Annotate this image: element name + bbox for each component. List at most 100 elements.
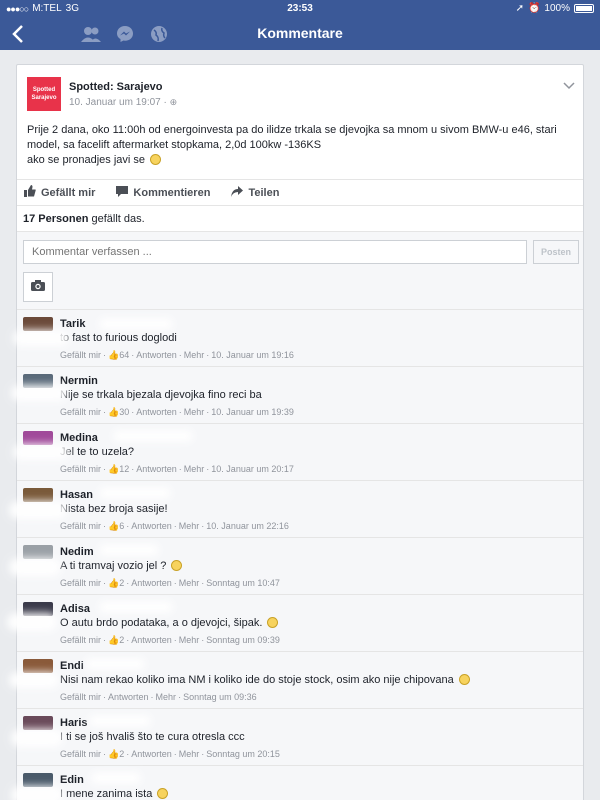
comment-meta: Gefällt mir · 👍2 · Antworten · Mehr · Sonntag um… <box>60 578 280 588</box>
post-date[interactable]: 10. Januar um 19:07 · ⊕ <box>69 97 177 108</box>
commenter-avatar[interactable] <box>23 716 53 730</box>
page-name-link[interactable]: Spotted: Sarajevo <box>69 81 177 93</box>
signal-dots-icon: ●●●○○ <box>6 3 29 14</box>
comment-like-count[interactable]: 2 <box>119 578 124 588</box>
comment-text-wrap: A ti tramvaj vozio jel ? <box>60 560 183 572</box>
comment-like-link[interactable]: Gefällt mir <box>60 350 101 360</box>
redaction-mark <box>11 385 67 401</box>
camera-button[interactable] <box>23 272 53 302</box>
comment-like-link[interactable]: Gefällt mir <box>60 464 101 474</box>
page-avatar[interactable]: Spotted Sarajevo <box>27 77 61 111</box>
commenter-avatar[interactable] <box>23 659 53 673</box>
comment-like-count[interactable]: 12 <box>119 464 129 474</box>
smiley-icon <box>267 617 279 628</box>
comment-reply-link[interactable]: Antworten <box>131 749 172 759</box>
post-text: Prije 2 dana, oko 11:00h od energoinvest… <box>17 117 583 181</box>
nav-bar: Kommentare <box>0 17 600 50</box>
commenter-avatar[interactable] <box>23 545 53 559</box>
comment-reply-link[interactable]: Antworten <box>136 407 177 417</box>
likes-summary[interactable]: 17 Personen gefällt das. <box>17 205 583 231</box>
comment-reply-link[interactable]: Antworten <box>131 578 172 588</box>
messenger-icon[interactable] <box>108 17 142 50</box>
comment-time[interactable]: Sonntag um 10:47 <box>206 578 280 588</box>
commenter-name[interactable]: Medina <box>60 432 98 444</box>
comment-time[interactable]: 10. Januar um 20:17 <box>211 464 294 474</box>
comment-more-link[interactable]: Mehr <box>179 578 200 588</box>
like-button[interactable]: Gefällt mir <box>23 185 95 200</box>
like-count-icon: 👍 <box>108 464 120 474</box>
comment-like-link[interactable]: Gefällt mir <box>60 521 101 531</box>
post-button[interactable]: Posten <box>533 240 579 264</box>
commenter-avatar[interactable] <box>23 317 53 331</box>
comment-item: Edin I mene zanima ista <box>11 765 583 800</box>
commenter-name[interactable]: Tarik <box>60 318 85 330</box>
commenter-name[interactable]: Haris <box>60 717 88 729</box>
commenter-name[interactable]: Adisa <box>60 603 90 615</box>
comment-more-link[interactable]: Mehr <box>179 749 200 759</box>
comment-like-count[interactable]: 30 <box>119 407 129 417</box>
comment-reply-link[interactable]: Antworten <box>136 464 177 474</box>
comment-more-link[interactable]: Mehr <box>184 464 205 474</box>
commenter-name[interactable]: Endi <box>60 660 84 672</box>
share-button[interactable]: Teilen <box>230 185 279 200</box>
comment-reply-link[interactable]: Antworten <box>131 635 172 645</box>
redaction-mark <box>7 613 57 631</box>
commenter-avatar[interactable] <box>23 773 53 787</box>
redaction-mark <box>91 772 141 784</box>
comment-item: Tarik to fast to furious doglodi Gefällt… <box>13 309 583 366</box>
comment-reply-link[interactable]: Antworten <box>136 350 177 360</box>
comment-more-link[interactable]: Mehr <box>156 692 177 702</box>
commenter-avatar[interactable] <box>23 488 53 502</box>
comment-time[interactable]: Sonntag um 09:39 <box>206 635 280 645</box>
comment-time[interactable]: 10. Januar um 22:16 <box>206 521 289 531</box>
redaction-mark <box>13 444 69 460</box>
globe-icon[interactable] <box>142 17 176 50</box>
commenter-name[interactable]: Hasan <box>60 489 93 501</box>
comment-more-link[interactable]: Mehr <box>179 521 200 531</box>
like-count-icon: 👍 <box>108 749 120 759</box>
comment-like-count[interactable]: 2 <box>119 749 124 759</box>
redaction-mark <box>99 487 171 499</box>
comment-like-link[interactable]: Gefällt mir <box>60 635 101 645</box>
comment-like-link[interactable]: Gefällt mir <box>60 692 101 702</box>
post-text-line-2: model, sa facelift aftermarket stopkama,… <box>27 139 322 151</box>
commenter-name[interactable]: Edin <box>60 774 84 786</box>
comment-like-count[interactable]: 64 <box>119 350 129 360</box>
comment-more-link[interactable]: Mehr <box>184 350 205 360</box>
share-arrow-icon <box>230 185 244 200</box>
comment-button[interactable]: Kommentieren <box>115 185 210 200</box>
comment-text: Nije se trkala bjezala djevojka fino rec… <box>60 389 262 401</box>
like-label: Gefällt mir <box>41 186 96 199</box>
comment-reply-link[interactable]: Antworten <box>131 521 172 531</box>
post-text-line-3: ako se pronadjes javi se <box>27 154 149 166</box>
comment-like-link[interactable]: Gefällt mir <box>60 578 101 588</box>
back-chevron-icon[interactable] <box>0 17 36 50</box>
comment-more-link[interactable]: Mehr <box>184 407 205 417</box>
comment-reply-link[interactable]: Antworten <box>108 692 149 702</box>
comment-input[interactable] <box>23 240 527 264</box>
comment-meta: Gefällt mir · 👍2 · Antworten · Mehr · Sonntag um… <box>60 749 280 759</box>
comment-time[interactable]: Sonntag um 09:36 <box>183 692 257 702</box>
smiley-icon <box>157 788 169 799</box>
comment-time[interactable]: 10. Januar um 19:39 <box>211 407 294 417</box>
redaction-mark <box>9 672 59 688</box>
comment-meta: Gefällt mir · 👍64 · Antworten · Mehr · 10. Janua… <box>60 350 294 360</box>
comment-like-link[interactable]: Gefällt mir <box>60 749 101 759</box>
comment-text: A ti tramvaj vozio jel ? <box>60 560 170 572</box>
chevron-down-icon[interactable] <box>563 79 575 93</box>
comment-more-link[interactable]: Mehr <box>179 635 200 645</box>
likes-count[interactable]: 17 Personen <box>23 213 88 225</box>
like-count-icon: 👍 <box>108 578 120 588</box>
friends-icon[interactable] <box>74 17 108 50</box>
battery-percent: 100% <box>544 3 570 14</box>
comment-text-wrap: I mene zanima ista <box>60 788 169 800</box>
comment-text: I mene zanima ista <box>60 788 156 800</box>
commenter-name[interactable]: Nedim <box>60 546 94 558</box>
commenter-avatar[interactable] <box>23 431 53 445</box>
commenter-name[interactable]: Nermin <box>60 375 98 387</box>
comment-time[interactable]: 10. Januar um 19:16 <box>211 350 294 360</box>
comment-time[interactable]: Sonntag um 20:15 <box>206 749 280 759</box>
comment-like-link[interactable]: Gefällt mir <box>60 407 101 417</box>
comment-like-count[interactable]: 2 <box>119 635 124 645</box>
comment-like-count[interactable]: 6 <box>119 521 124 531</box>
